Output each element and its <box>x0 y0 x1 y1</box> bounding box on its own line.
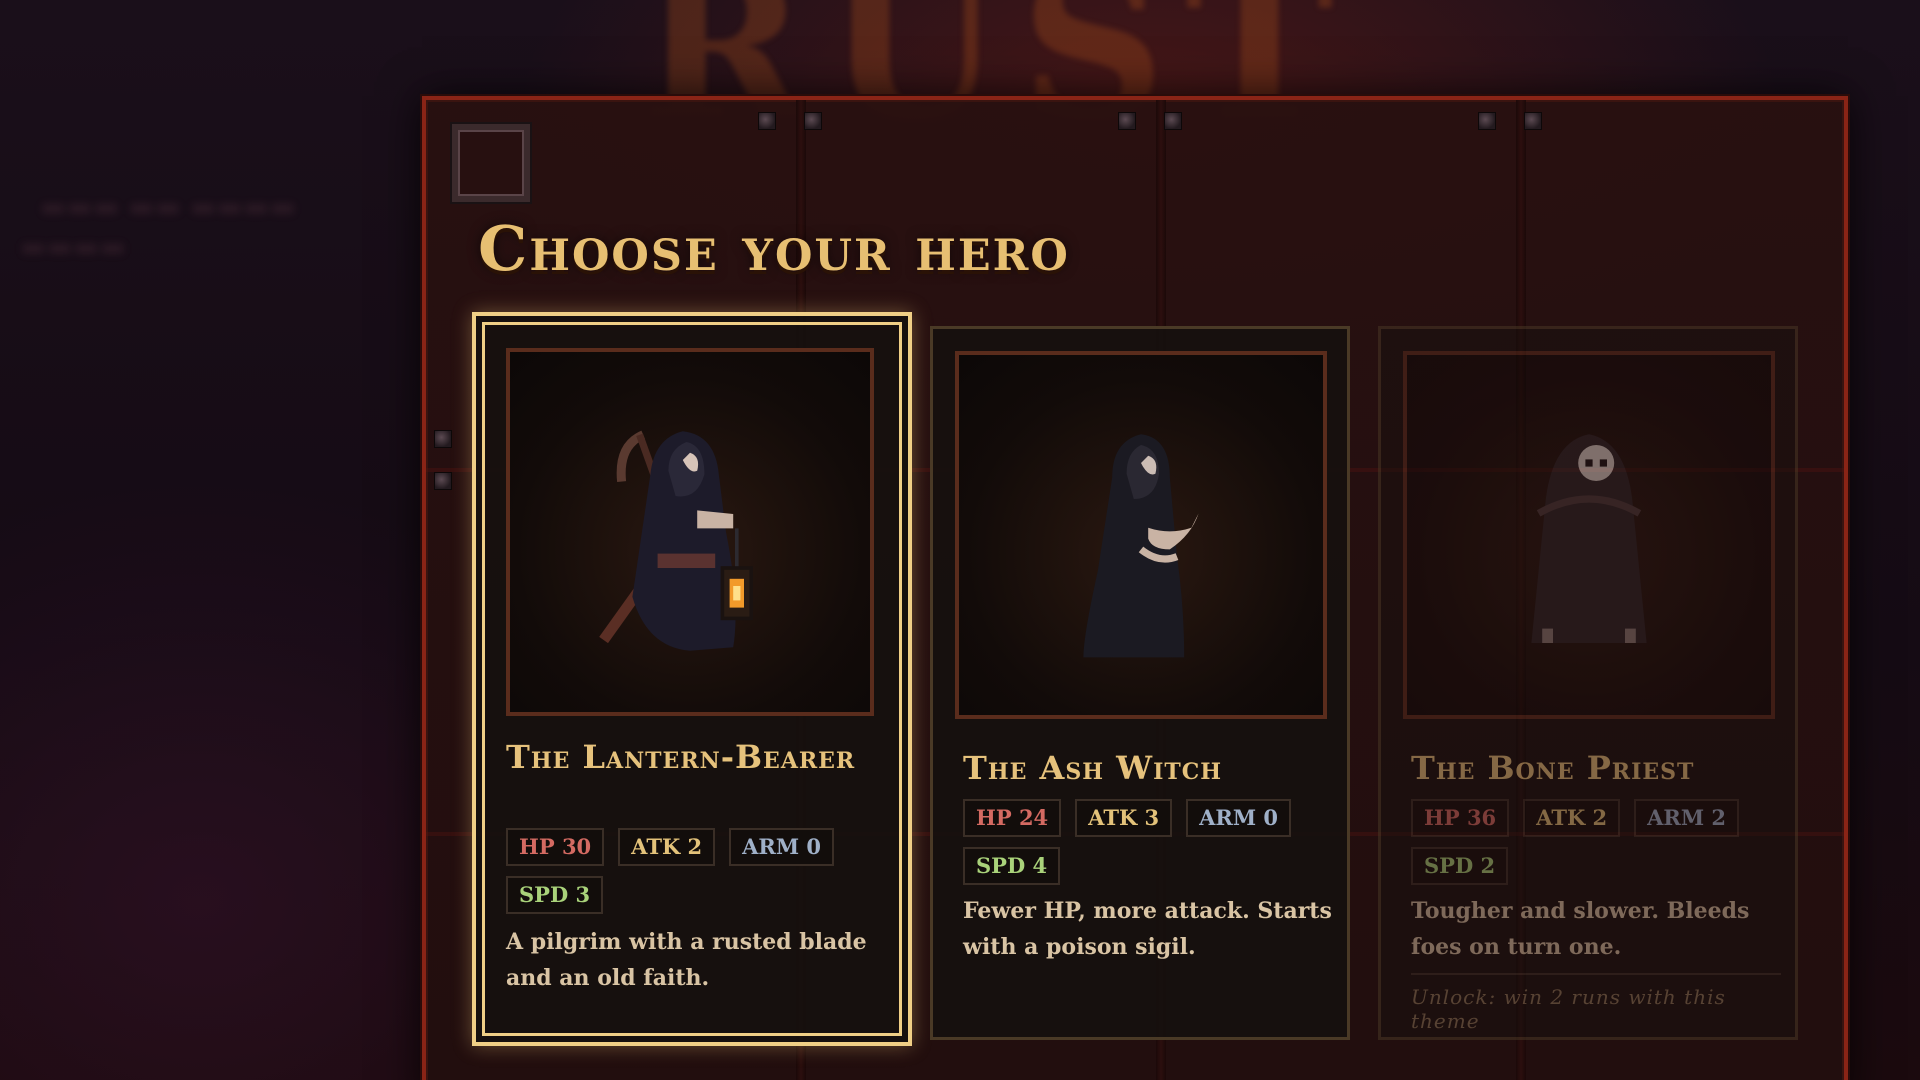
frame-corner-icon <box>450 122 532 204</box>
rivet-icon <box>1164 112 1182 130</box>
hero-select-panel: Choose your hero The Lantern-Bearer HP 3… <box>422 96 1848 1080</box>
page-title: Choose your hero <box>478 212 1070 285</box>
hero-name: The Ash Witch <box>963 749 1223 787</box>
stat-hp-badge: HP 30 <box>506 828 605 866</box>
rivet-icon <box>434 472 452 490</box>
stat-hp-badge: HP 24 <box>963 799 1062 837</box>
stat-atk-badge: ATK 2 <box>618 828 716 866</box>
stat-spd-badge: SPD 3 <box>506 876 604 914</box>
skull-priest-sprite <box>1531 434 1647 643</box>
rivet-icon <box>1118 112 1136 130</box>
stat-hp-badge: HP 36 <box>1411 799 1510 837</box>
hero-name: The Lantern-Bearer <box>506 738 856 776</box>
stat-spd-badge: SPD 4 <box>963 847 1061 885</box>
rivet-icon <box>434 430 452 448</box>
hooded-ash-witch-sprite <box>1083 434 1199 658</box>
hero-portrait <box>955 351 1327 719</box>
stat-spd-badge: SPD 2 <box>1411 847 1509 885</box>
hero-description: A pilgrim with a rusted blade and an old… <box>506 929 867 991</box>
stat-arm-badge: ARM 2 <box>1634 799 1740 837</box>
hero-stats: HP 24 ATK 3 ARM 0 SPD 4 <box>963 799 1343 885</box>
hero-card-lantern-bearer[interactable]: The Lantern-Bearer HP 30 ATK 2 ARM 0 SPD… <box>472 312 912 1046</box>
hero-description: Fewer HP, more attack. Starts with a poi… <box>963 898 1332 960</box>
stat-arm-badge: ARM 0 <box>1186 799 1292 837</box>
hero-portrait <box>506 348 874 716</box>
hero-stats: HP 36 ATK 2 ARM 2 SPD 2 <box>1411 799 1791 885</box>
stat-arm-badge: ARM 0 <box>729 828 835 866</box>
background-blur-text: ▬▬▬▬ <box>20 230 126 263</box>
rivet-icon <box>1524 112 1542 130</box>
game-screen: RUST ▬▬▬ ▬▬ ▬▬▬▬ ▬▬▬▬ Choose your hero T… <box>0 0 1920 1080</box>
hero-portrait <box>1403 351 1775 719</box>
rivet-icon <box>758 112 776 130</box>
hooded-lantern-bearer-sprite <box>599 430 753 651</box>
rivet-icon <box>804 112 822 130</box>
rivet-icon <box>1478 112 1496 130</box>
stat-atk-badge: ATK 3 <box>1075 799 1173 837</box>
background-blur-text: ▬▬▬ ▬▬ ▬▬▬▬ <box>40 190 296 223</box>
hero-stats: HP 30 ATK 2 ARM 0 SPD 3 <box>506 828 886 914</box>
stat-atk-badge: ATK 2 <box>1523 799 1621 837</box>
hero-name: The Bone Priest <box>1411 749 1695 787</box>
unlock-requirement: Unlock: win 2 runs with this theme <box>1411 973 1781 1033</box>
hero-description: Tougher and slower. Bleeds foes on turn … <box>1411 898 1750 960</box>
hero-card-bone-priest[interactable]: The Bone Priest HP 36 ATK 2 ARM 2 SPD 2 … <box>1378 326 1798 1040</box>
hero-card-ash-witch[interactable]: The Ash Witch HP 24 ATK 3 ARM 0 SPD 4 Fe… <box>930 326 1350 1040</box>
